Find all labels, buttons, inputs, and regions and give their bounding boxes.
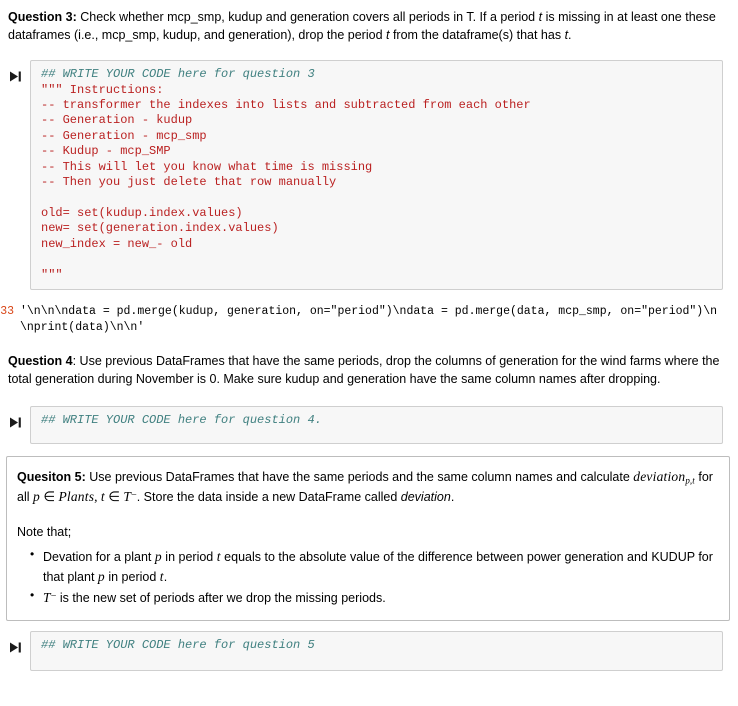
question4-text: Question 4: Use previous DataFrames that… (8, 352, 730, 388)
note1-seg5: . (163, 569, 168, 584)
question5-body-1: Use previous DataFrames that have the sa… (85, 470, 634, 485)
cell3-run-gutter[interactable] (0, 60, 30, 86)
question3-body-4: . (568, 28, 572, 43)
code-cell-question4[interactable]: ## WRITE YOUR CODE here for question 4. (0, 406, 738, 445)
question5-math-element-of-1: ∈ (39, 489, 59, 505)
code-cell-question5[interactable]: ## WRITE YOUR CODE here for question 5 (0, 630, 738, 671)
question5-math-T: T (123, 489, 132, 505)
cell4-comment-line: ## WRITE YOUR CODE here for question 4. (41, 413, 322, 428)
question5-italic-deviation: deviation (400, 490, 451, 505)
markdown-cell-question4[interactable]: Question 4: Use previous DataFrames that… (0, 352, 738, 388)
question5-text: Quesiton 5: Use previous DataFrames that… (17, 467, 717, 507)
cell3-code-editor[interactable]: ## WRITE YOUR CODE here for question 3 "… (30, 60, 723, 290)
question3-body-3: from the dataframe(s) that has (389, 28, 565, 43)
question4-body: : Use previous DataFrames that have the … (8, 353, 720, 387)
notebook-container: Question 3: Check whether mcp_smp, kudup… (0, 0, 738, 671)
list-item: T− is the new set of periods after we dr… (30, 587, 717, 608)
cell3-code-body: """ Instructions: -- transformer the ind… (41, 82, 531, 282)
question5-body-4: . (450, 490, 455, 505)
list-item: Devation for a plant p in period t equal… (30, 546, 717, 586)
question4-label: Question 4 (8, 353, 73, 368)
question5-math-deviation: deviation (633, 469, 686, 485)
question5-math-element-of-2: ∈ (104, 489, 124, 505)
question5-label: Quesiton 5: (17, 470, 86, 485)
note2-math-T: T (43, 590, 51, 606)
cell5-code-editor[interactable]: ## WRITE YOUR CODE here for question 5 (30, 630, 723, 671)
cell4-run-gutter[interactable] (0, 406, 30, 432)
step-forward-icon[interactable] (9, 70, 22, 83)
question5-note-heading: Note that; (17, 525, 72, 540)
markdown-cell-question5[interactable]: Quesiton 5: Use previous DataFrames that… (6, 456, 730, 621)
question5-math-comma: , (94, 489, 101, 505)
question5-body-3: . Store the data inside a new DataFrame … (136, 490, 401, 505)
step-forward-icon[interactable] (9, 641, 22, 654)
question5-math-deviation-subscript: p,t (685, 475, 695, 486)
note2-seg1: is the new set of periods after we drop … (56, 591, 386, 606)
note1-seg4: in period (104, 569, 160, 584)
note1-math-p-2: p (97, 568, 105, 584)
output3-text: '\n\n\ndata = pd.merge(kudup, generation… (20, 304, 718, 334)
output3-prompt: 33]: (0, 304, 14, 318)
cell3-comment-line: ## WRITE YOUR CODE here for question 3 (41, 67, 315, 82)
step-forward-icon[interactable] (9, 416, 22, 429)
note1-seg2: in period (161, 550, 217, 565)
question3-text: Question 3: Check whether mcp_smp, kudup… (8, 8, 730, 44)
question5-notes-list: Devation for a plant p in period t equal… (17, 546, 717, 608)
question5-math-plants: Plants (58, 489, 95, 505)
note1-math-p-1: p (154, 549, 162, 565)
cell5-comment-line: ## WRITE YOUR CODE here for question 5 (41, 637, 315, 652)
question5-math-p: p (32, 489, 40, 505)
cell5-run-gutter[interactable] (0, 631, 30, 657)
question3-body-1: Check whether mcp_smp, kudup and generat… (76, 10, 539, 24)
note1-seg1: Devation for a plant (43, 550, 155, 565)
question3-label: Question 3: (8, 10, 77, 24)
code-cell-question3[interactable]: ## WRITE YOUR CODE here for question 3 "… (0, 60, 738, 290)
cell4-code-editor[interactable]: ## WRITE YOUR CODE here for question 4. (30, 406, 723, 445)
output-cell-question3: 33]: '\n\n\ndata = pd.merge(kudup, gener… (0, 300, 738, 336)
markdown-cell-question3[interactable]: Question 3: Check whether mcp_smp, kudup… (0, 8, 738, 44)
